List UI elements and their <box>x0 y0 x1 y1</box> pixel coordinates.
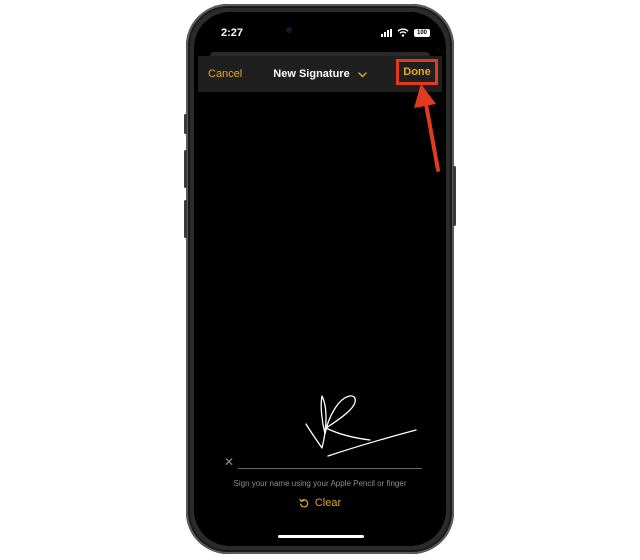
clear-button[interactable]: Clear <box>194 497 446 509</box>
status-bar: 2:27 100 <box>194 12 446 52</box>
wifi-icon <box>397 28 409 37</box>
volume-down-button <box>184 200 187 238</box>
battery-icon: 100 <box>414 28 430 37</box>
done-button[interactable]: Done <box>396 59 438 85</box>
chevron-down-icon <box>358 71 367 77</box>
status-time: 2:27 <box>221 27 244 39</box>
signal-icon <box>381 28 392 37</box>
navigation-bar: Cancel New Signature Done <box>198 56 442 92</box>
home-indicator[interactable] <box>278 535 364 538</box>
silent-switch <box>184 114 187 134</box>
power-button <box>453 166 456 226</box>
screen: 2:27 100 Cancel New Signature Done ✕ Sig… <box>194 12 446 546</box>
volume-up-button <box>184 150 187 188</box>
sign-hint-text: Sign your name using your Apple Pencil o… <box>233 479 407 488</box>
signature-drawing <box>305 395 417 457</box>
undo-icon <box>299 498 309 508</box>
front-camera <box>286 27 292 33</box>
baseline-x-mark: ✕ <box>224 455 235 469</box>
signature-baseline <box>238 468 422 469</box>
iphone-frame: 2:27 100 Cancel New Signature Done ✕ Sig… <box>184 4 456 554</box>
status-indicators: 100 <box>381 28 430 37</box>
page-title: New Signature <box>273 68 350 80</box>
signature-canvas[interactable]: ✕ Sign your name using your Apple Pencil… <box>194 92 446 546</box>
clear-label: Clear <box>314 497 342 509</box>
